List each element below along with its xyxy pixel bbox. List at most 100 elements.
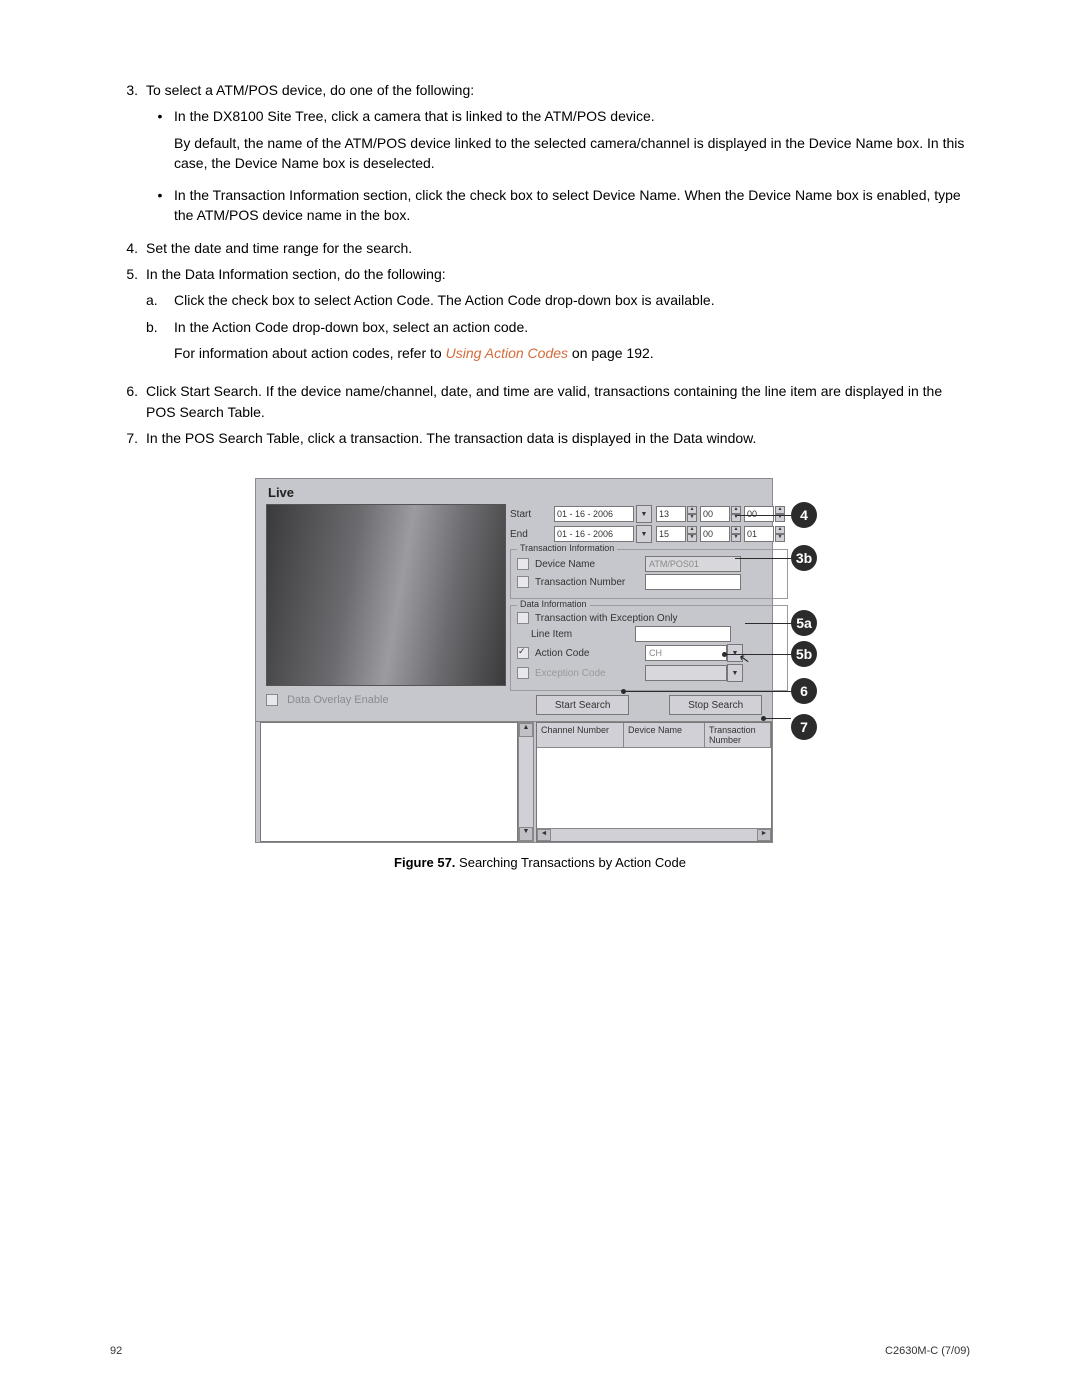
page-footer: 92 C2630M-C (7/09): [110, 1345, 970, 1357]
ref-text: on page 192.: [568, 345, 654, 361]
action-code-label: Action Code: [535, 648, 645, 659]
column-channel-number[interactable]: Channel Number: [537, 723, 624, 747]
step-number: 3.: [110, 80, 146, 232]
bullet-icon: •: [146, 106, 174, 179]
leader-line: [735, 515, 791, 516]
callout-3b: 3b: [791, 545, 817, 571]
stop-search-button[interactable]: Stop Search: [669, 695, 762, 715]
bullet-icon: •: [146, 185, 174, 226]
step-number: 5.: [110, 264, 146, 375]
step-text: Set the date and time range for the sear…: [146, 238, 970, 258]
spinner-icon[interactable]: ▲▼: [731, 506, 741, 522]
callout-6: 6: [791, 678, 817, 704]
column-transaction-number[interactable]: Transaction Number: [705, 723, 771, 747]
device-name-label: Device Name: [535, 559, 645, 570]
exception-code-checkbox[interactable]: [517, 667, 529, 679]
substep-letter: a.: [146, 290, 174, 310]
leader-line: [725, 654, 791, 655]
action-code-field[interactable]: CH: [645, 645, 727, 661]
line-item-field[interactable]: [635, 626, 731, 642]
spinner-icon[interactable]: ▲▼: [687, 526, 697, 542]
bullet-paragraph: By default, the name of the ATM/POS devi…: [174, 133, 970, 174]
transaction-number-label: Transaction Number: [535, 577, 645, 588]
spinner-icon[interactable]: ▲▼: [775, 506, 785, 522]
column-device-name[interactable]: Device Name: [624, 723, 705, 747]
end-min[interactable]: 00: [700, 526, 730, 542]
start-search-button[interactable]: Start Search: [536, 695, 630, 715]
bullet-text: In the Transaction Information section, …: [174, 185, 970, 226]
data-overlay-checkbox[interactable]: [266, 694, 278, 706]
figure-caption: Figure 57. Searching Transactions by Act…: [110, 855, 970, 870]
figure-title: Searching Transactions by Action Code: [455, 855, 686, 870]
spinner-icon[interactable]: ▲▼: [731, 526, 741, 542]
spinner-icon[interactable]: ▲▼: [687, 506, 697, 522]
step-text: In the Data Information section, do the …: [146, 266, 446, 282]
step-number: 6.: [110, 381, 146, 422]
figure-number: Figure 57.: [394, 855, 455, 870]
exception-only-label: Transaction with Exception Only: [535, 613, 677, 624]
step-5: 5. In the Data Information section, do t…: [110, 264, 970, 375]
device-name-field[interactable]: ATM/POS01: [645, 556, 741, 572]
transaction-info-group: Transaction Information Device Name ATM/…: [510, 549, 788, 599]
step-7: 7. In the POS Search Table, click a tran…: [110, 428, 970, 448]
transaction-number-field[interactable]: [645, 574, 741, 590]
cursor-icon: ↖: [738, 650, 752, 668]
line-item-label: Line Item: [531, 629, 635, 640]
exception-only-checkbox[interactable]: [517, 612, 529, 624]
substep-text: In the Action Code drop-down box, select…: [174, 319, 528, 335]
end-date-dropdown[interactable]: ▼: [636, 525, 652, 543]
link-using-action-codes[interactable]: Using Action Codes: [446, 345, 568, 361]
step-text: To select a ATM/POS device, do one of th…: [146, 82, 474, 98]
start-hour[interactable]: 13: [656, 506, 686, 522]
step-3: 3. To select a ATM/POS device, do one of…: [110, 80, 970, 232]
step-text: Click Start Search. If the device name/c…: [146, 381, 970, 422]
group-title: Transaction Information: [517, 543, 617, 553]
callout-5b: 5b: [791, 641, 817, 667]
end-sec[interactable]: 01: [744, 526, 774, 542]
step-text: In the POS Search Table, click a transac…: [146, 428, 970, 448]
page-number: 92: [110, 1345, 122, 1357]
leader-line: [735, 558, 791, 559]
start-sec[interactable]: 00: [744, 506, 774, 522]
device-name-checkbox[interactable]: [517, 558, 529, 570]
end-label: End: [510, 529, 554, 540]
exception-code-label: Exception Code: [535, 668, 645, 679]
pos-search-table[interactable]: Channel Number Device Name Transaction N…: [536, 722, 772, 842]
results-h-scrollbar[interactable]: ◄►: [537, 828, 771, 841]
doc-id: C2630M-C (7/09): [885, 1345, 970, 1357]
step-6: 6. Click Start Search. If the device nam…: [110, 381, 970, 422]
leader-line: [745, 623, 791, 624]
live-title: Live: [256, 479, 506, 504]
leader-line: [764, 718, 791, 719]
ref-text: For information about action codes, refe…: [174, 345, 446, 361]
end-hour[interactable]: 15: [656, 526, 686, 542]
figure-57: Live Data Overlay Enable Start 01 - 16 -…: [255, 478, 825, 843]
callout-7: 7: [791, 714, 817, 740]
start-date-dropdown[interactable]: ▼: [636, 505, 652, 523]
action-code-checkbox[interactable]: [517, 647, 529, 659]
start-date-field[interactable]: 01 - 16 - 2006: [554, 506, 634, 522]
end-date-field[interactable]: 01 - 16 - 2006: [554, 526, 634, 542]
step-number: 4.: [110, 238, 146, 258]
exception-code-field: [645, 665, 727, 681]
step-4: 4. Set the date and time range for the s…: [110, 238, 970, 258]
start-min[interactable]: 00: [700, 506, 730, 522]
video-preview: [266, 504, 506, 686]
callout-5a: 5a: [791, 610, 817, 636]
data-window-scrollbar[interactable]: ▲▼: [518, 722, 534, 842]
start-label: Start: [510, 509, 554, 520]
leader-line: [624, 691, 791, 692]
bullet-text: In the DX8100 Site Tree, click a camera …: [174, 108, 655, 124]
group-title: Data Information: [517, 599, 590, 609]
spinner-icon[interactable]: ▲▼: [775, 526, 785, 542]
data-info-group: Data Information Transaction with Except…: [510, 605, 788, 691]
data-overlay-label: Data Overlay Enable: [287, 694, 389, 706]
document-page: 3. To select a ATM/POS device, do one of…: [0, 0, 1080, 910]
substep-letter: b.: [146, 317, 174, 370]
callout-4: 4: [791, 502, 817, 528]
data-window: [260, 722, 518, 842]
search-panel: Live Data Overlay Enable Start 01 - 16 -…: [255, 478, 773, 843]
substep-text: Click the check box to select Action Cod…: [174, 290, 715, 310]
step-number: 7.: [110, 428, 146, 448]
transaction-number-checkbox[interactable]: [517, 576, 529, 588]
